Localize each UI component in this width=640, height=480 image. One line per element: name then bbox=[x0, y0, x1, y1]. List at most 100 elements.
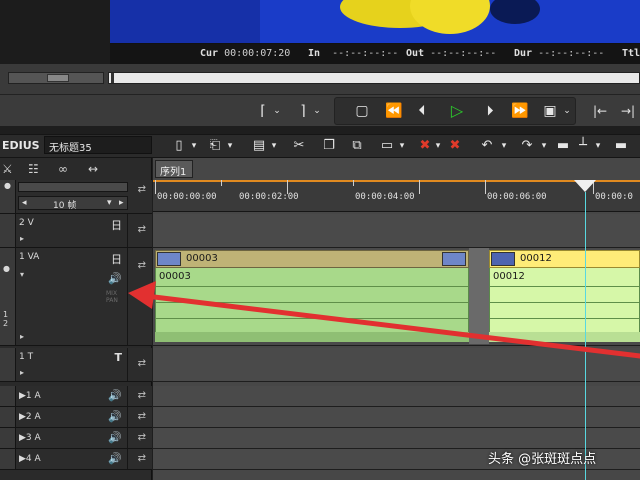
track-label: ▶1 A bbox=[19, 391, 41, 401]
rewind-icon[interactable]: ⏪ bbox=[382, 101, 406, 121]
play-icon[interactable]: ▷ bbox=[446, 101, 468, 121]
new-sequence-icon[interactable]: ▯ bbox=[170, 137, 188, 155]
replace-icon[interactable]: ▭ bbox=[378, 137, 396, 155]
save-icon[interactable]: ▤ bbox=[250, 137, 268, 155]
redo-icon[interactable]: ↷ bbox=[518, 137, 536, 155]
render-icon[interactable]: ▬ bbox=[612, 137, 630, 155]
sync-icon[interactable]: ↔ bbox=[88, 162, 98, 176]
paste-icon[interactable]: ⧉ bbox=[348, 137, 366, 155]
position-bar[interactable] bbox=[108, 72, 640, 84]
lane-a1[interactable] bbox=[153, 386, 640, 407]
clip-00003-header[interactable]: 00003 bbox=[155, 250, 469, 268]
lane-1t[interactable] bbox=[153, 348, 640, 382]
track-sync-icon[interactable]: ⇄ bbox=[138, 260, 146, 271]
ruler-slider[interactable] bbox=[18, 182, 128, 192]
go-to-out-icon[interactable]: →| bbox=[616, 101, 640, 121]
track-header-a1[interactable]: ▶1 A 🔊 ⇄ bbox=[0, 386, 152, 407]
lane-a2[interactable] bbox=[153, 407, 640, 428]
loop-dropdown-icon[interactable]: ⌄ bbox=[562, 101, 572, 121]
replace-dropdown-icon[interactable]: ▾ bbox=[398, 137, 406, 155]
stop-icon[interactable]: ▢ bbox=[352, 101, 372, 121]
clip-00012-body[interactable]: 00012 bbox=[489, 268, 640, 332]
zoom-left-icon[interactable]: ◂ bbox=[22, 198, 27, 208]
ripple-delete-icon[interactable]: ✖ bbox=[446, 137, 464, 155]
track-sync-icon[interactable]: ⇄ bbox=[138, 358, 146, 369]
expand-icon[interactable]: ▸ bbox=[20, 368, 24, 377]
track-header-a2[interactable]: ▶2 A 🔊 ⇄ bbox=[0, 407, 152, 428]
track-sync-icon[interactable]: ⇄ bbox=[138, 224, 146, 235]
link-icon[interactable]: ∞ bbox=[58, 162, 68, 176]
ruler-option-icon[interactable]: ⇄ bbox=[138, 184, 146, 195]
va-lock-icon[interactable]: ● bbox=[3, 264, 10, 273]
zoom-right-icon[interactable]: ▸ bbox=[119, 198, 124, 208]
track-label: ▶4 A bbox=[19, 454, 41, 464]
delete-icon[interactable]: ✖ bbox=[416, 137, 434, 155]
open-icon[interactable]: ⎗ bbox=[206, 137, 224, 155]
expand-icon[interactable]: ▸ bbox=[20, 332, 24, 341]
ruler-lock-icon[interactable]: ● bbox=[4, 181, 11, 190]
track-sync-icon[interactable]: ⇄ bbox=[138, 432, 146, 443]
speaker-icon[interactable]: 🔊 bbox=[108, 431, 122, 444]
clip-body-label: 00012 bbox=[493, 271, 525, 282]
lane-a3[interactable] bbox=[153, 428, 640, 449]
shuttle-slider[interactable] bbox=[8, 72, 104, 84]
cut-icon[interactable]: ✂ bbox=[290, 137, 308, 155]
new-dropdown-icon[interactable]: ▾ bbox=[190, 137, 198, 155]
speaker-icon[interactable]: 🔊 bbox=[108, 410, 122, 423]
mark-in-dropdown-icon[interactable]: ⌄ bbox=[272, 101, 282, 121]
track-header-2v[interactable]: 2 V ▸ 日 ⇄ bbox=[0, 214, 152, 248]
split-icon[interactable]: ┴ bbox=[574, 137, 592, 155]
track-header-1va[interactable]: ● 1 2 1 VA ▾ 日 🔊 ⇄ ⇄ MIX PAN ▸ bbox=[0, 248, 152, 346]
video-track-icon[interactable]: 日 bbox=[111, 217, 122, 233]
video-track-icon[interactable]: 日 bbox=[111, 251, 122, 267]
undo-dropdown-icon[interactable]: ▾ bbox=[500, 137, 508, 155]
zoom-dropdown-icon[interactable]: ▾ bbox=[107, 198, 112, 208]
undo-icon[interactable]: ↶ bbox=[478, 137, 496, 155]
group-icon[interactable]: ☷ bbox=[28, 162, 39, 176]
loop-icon[interactable]: ▣ bbox=[540, 101, 560, 121]
fast-forward-icon[interactable]: ⏩ bbox=[508, 101, 532, 121]
clip-00003-audio[interactable] bbox=[155, 332, 469, 342]
track-header-a3[interactable]: ▶3 A 🔊 ⇄ bbox=[0, 428, 152, 449]
track-label: ▶3 A bbox=[19, 433, 41, 443]
marker-icon[interactable]: ▬ bbox=[554, 137, 572, 155]
mark-in-icon[interactable]: ⌈ bbox=[256, 101, 270, 121]
track-mode-icon[interactable]: ⚔ bbox=[2, 162, 13, 176]
redo-dropdown-icon[interactable]: ▾ bbox=[540, 137, 548, 155]
copy-icon[interactable]: ❐ bbox=[320, 137, 338, 155]
audio-sync-icon[interactable]: ⇄ bbox=[138, 288, 146, 299]
time-ruler[interactable]: 00:00:00:00 00:00:02:00 00:00:04:00 00:0… bbox=[153, 180, 640, 212]
lane-2v[interactable] bbox=[153, 214, 640, 248]
track-sync-icon[interactable]: ⇄ bbox=[138, 453, 146, 464]
playhead-line[interactable] bbox=[585, 192, 586, 480]
track-header-a4[interactable]: ▶4 A 🔊 ⇄ bbox=[0, 449, 152, 470]
save-dropdown-icon[interactable]: ▾ bbox=[270, 137, 278, 155]
track-sync-icon[interactable]: ⇄ bbox=[138, 411, 146, 422]
clip-00003-body[interactable]: 00003 bbox=[155, 268, 469, 332]
lock-column bbox=[0, 348, 16, 381]
clip-thumbnail bbox=[157, 252, 181, 266]
go-to-in-icon[interactable]: |← bbox=[588, 101, 612, 121]
speaker-icon[interactable]: 🔊 bbox=[108, 272, 122, 285]
mark-out-icon[interactable]: ⌉ bbox=[296, 101, 310, 121]
timeline-zoom[interactable]: ◂ 10 帧 ▾ ▸ bbox=[18, 196, 128, 211]
expand-icon[interactable]: ▸ bbox=[20, 234, 24, 243]
step-forward-icon[interactable]: ⏵ bbox=[480, 101, 500, 121]
title-track-icon[interactable]: T bbox=[114, 351, 122, 364]
sequence-tab[interactable]: 序列1 bbox=[155, 160, 193, 178]
track-sync-icon[interactable]: ⇄ bbox=[138, 390, 146, 401]
delete-dropdown-icon[interactable]: ▾ bbox=[434, 137, 442, 155]
playhead-marker[interactable] bbox=[574, 180, 596, 192]
scrub-row bbox=[0, 64, 640, 94]
collapse-icon[interactable]: ▾ bbox=[20, 270, 24, 279]
mark-out-dropdown-icon[interactable]: ⌄ bbox=[312, 101, 322, 121]
out-timecode: Out --:--:--:-- bbox=[406, 48, 497, 59]
step-back-icon[interactable]: ⏴ bbox=[412, 101, 432, 121]
speaker-icon[interactable]: 🔊 bbox=[108, 389, 122, 402]
shuttle-thumb[interactable] bbox=[47, 74, 69, 82]
track-header-1t[interactable]: 1 T ▸ T ⇄ bbox=[0, 348, 152, 382]
open-dropdown-icon[interactable]: ▾ bbox=[226, 137, 234, 155]
clip-00012-audio[interactable] bbox=[489, 332, 640, 342]
speaker-icon[interactable]: 🔊 bbox=[108, 452, 122, 465]
split-dropdown-icon[interactable]: ▾ bbox=[594, 137, 602, 155]
